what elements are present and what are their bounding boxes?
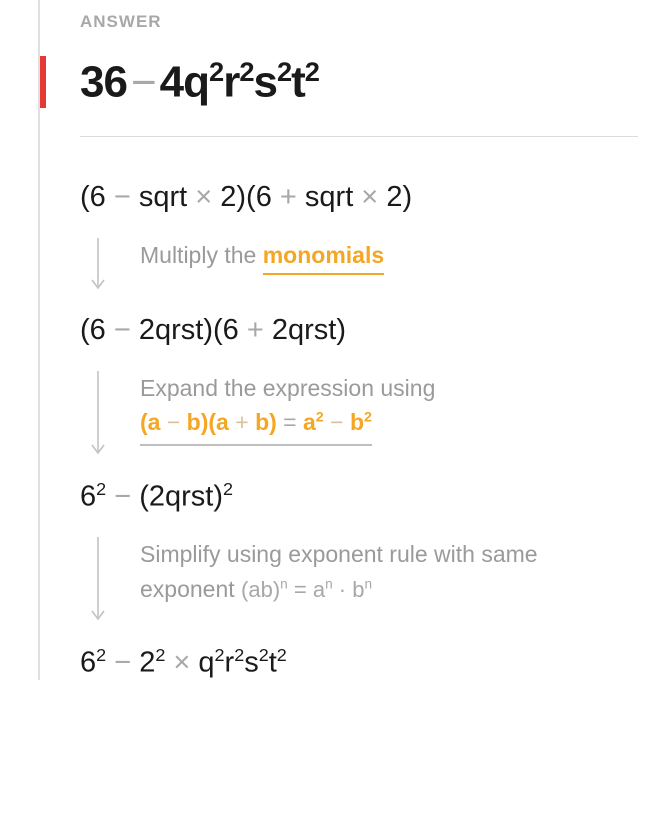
exponent: 2: [223, 479, 233, 499]
expr-part: t: [269, 647, 277, 679]
step-expression: 62 − (2qrst)2: [80, 479, 638, 514]
exponent: 2: [305, 56, 319, 87]
answer-term: s: [253, 58, 276, 107]
expr-part: (6: [80, 181, 106, 213]
formula-link-difference-squares[interactable]: (a − b)(a + b) = a2 − b2: [140, 405, 372, 446]
exponent: 2: [259, 645, 269, 665]
expr-part: 6: [80, 480, 96, 512]
exponent: 2: [277, 56, 291, 87]
f-dot: ·: [333, 577, 353, 602]
arrow-col: [80, 232, 116, 294]
f-op: +: [229, 409, 255, 435]
op: +: [239, 314, 272, 346]
exponent: 2: [215, 645, 225, 665]
expr-part: 6: [80, 647, 96, 679]
accent-bar: [40, 56, 46, 108]
step-explanation: Simplify using exponent rule with same e…: [80, 531, 638, 625]
f-eq: =: [277, 409, 303, 435]
expr-part: 2: [139, 647, 155, 679]
op: ×: [353, 181, 386, 213]
f-part: b): [255, 409, 277, 435]
step-expression: 62 − 22 × q2r2s2t2: [80, 645, 638, 680]
f-part: b: [352, 577, 364, 602]
f-exp: n: [280, 576, 288, 591]
answer-term: 4q: [160, 58, 209, 107]
step-3: 62 − (2qrst)2 Simplify using exponent ru…: [80, 479, 638, 626]
answer-expression: 36−4q2r2s2t2: [80, 56, 638, 108]
op: ×: [165, 647, 198, 679]
explanation-text: Simplify using exponent rule with same e…: [116, 531, 638, 606]
f-part: b: [350, 409, 364, 435]
step-explanation: Expand the expression using (a − b)(a + …: [80, 365, 638, 459]
content-area: ANSWER 36−4q2r2s2t2 (6 − sqrt × 2)(6 + s…: [0, 0, 648, 680]
expr-part: 2qrst): [272, 314, 346, 346]
f-op: −: [160, 409, 186, 435]
f-exp: 2: [364, 410, 372, 426]
f-exp: n: [325, 576, 333, 591]
expr-part: sqrt: [139, 181, 187, 213]
expl-prefix: Multiply the: [140, 242, 263, 268]
expr-part: 2)(6: [220, 181, 272, 213]
arrow-down-icon: [89, 236, 107, 294]
op: −: [106, 181, 139, 213]
f-op: −: [324, 409, 350, 435]
f-part: a: [313, 577, 325, 602]
answer-block: 36−4q2r2s2t2: [80, 56, 638, 108]
f-part: b)(a: [187, 409, 229, 435]
section-label: ANSWER: [80, 12, 638, 32]
f-exp: n: [364, 576, 372, 591]
step-expression: (6 − 2qrst)(6 + 2qrst): [80, 314, 638, 347]
arrow-col: [80, 531, 116, 625]
f-exp: 2: [316, 410, 324, 426]
op: −: [106, 647, 139, 679]
expr-part: s: [244, 647, 259, 679]
step-4: 62 − 22 × q2r2s2t2: [80, 645, 638, 680]
expr-part: (2qrst): [139, 480, 223, 512]
arrow-col: [80, 365, 116, 459]
f-part: (ab): [241, 577, 280, 602]
step-expression: (6 − sqrt × 2)(6 + sqrt × 2): [80, 181, 638, 214]
exponent: 2: [209, 56, 223, 87]
minus-op: −: [131, 58, 156, 107]
answer-term: t: [291, 58, 305, 107]
exponent: 2: [96, 645, 106, 665]
expr-part: (6: [80, 314, 106, 346]
exponent: 2: [239, 56, 253, 87]
f-part: (a: [140, 409, 160, 435]
f-part: a: [303, 409, 316, 435]
divider: [80, 136, 638, 137]
f-eq: =: [288, 577, 313, 602]
step-2: (6 − 2qrst)(6 + 2qrst) Expand the expres…: [80, 314, 638, 459]
answer-term: 36: [80, 58, 127, 107]
inline-formula: (ab)n = an · bn: [241, 577, 372, 602]
explanation-text: Multiply the monomials: [116, 232, 384, 276]
arrow-down-icon: [89, 369, 107, 459]
op: ×: [187, 181, 220, 213]
expr-part: sqrt: [305, 181, 353, 213]
expr-part: q: [198, 647, 214, 679]
step-1: (6 − sqrt × 2)(6 + sqrt × 2) Multiply th…: [80, 181, 638, 294]
exponent: 2: [155, 645, 165, 665]
expr-part: r: [225, 647, 235, 679]
concept-link-monomials[interactable]: monomials: [263, 238, 384, 276]
op: −: [106, 314, 139, 346]
exponent: 2: [96, 479, 106, 499]
exponent: 2: [234, 645, 244, 665]
op: −: [106, 480, 139, 512]
expr-part: 2): [386, 181, 412, 213]
op: +: [272, 181, 305, 213]
arrow-down-icon: [89, 535, 107, 625]
step-explanation: Multiply the monomials: [80, 232, 638, 294]
expl-prefix: Expand the expression using: [140, 375, 435, 401]
explanation-text: Expand the expression using (a − b)(a + …: [116, 365, 435, 446]
exponent: 2: [277, 645, 287, 665]
expr-part: 2qrst)(6: [139, 314, 239, 346]
answer-term: r: [223, 58, 239, 107]
